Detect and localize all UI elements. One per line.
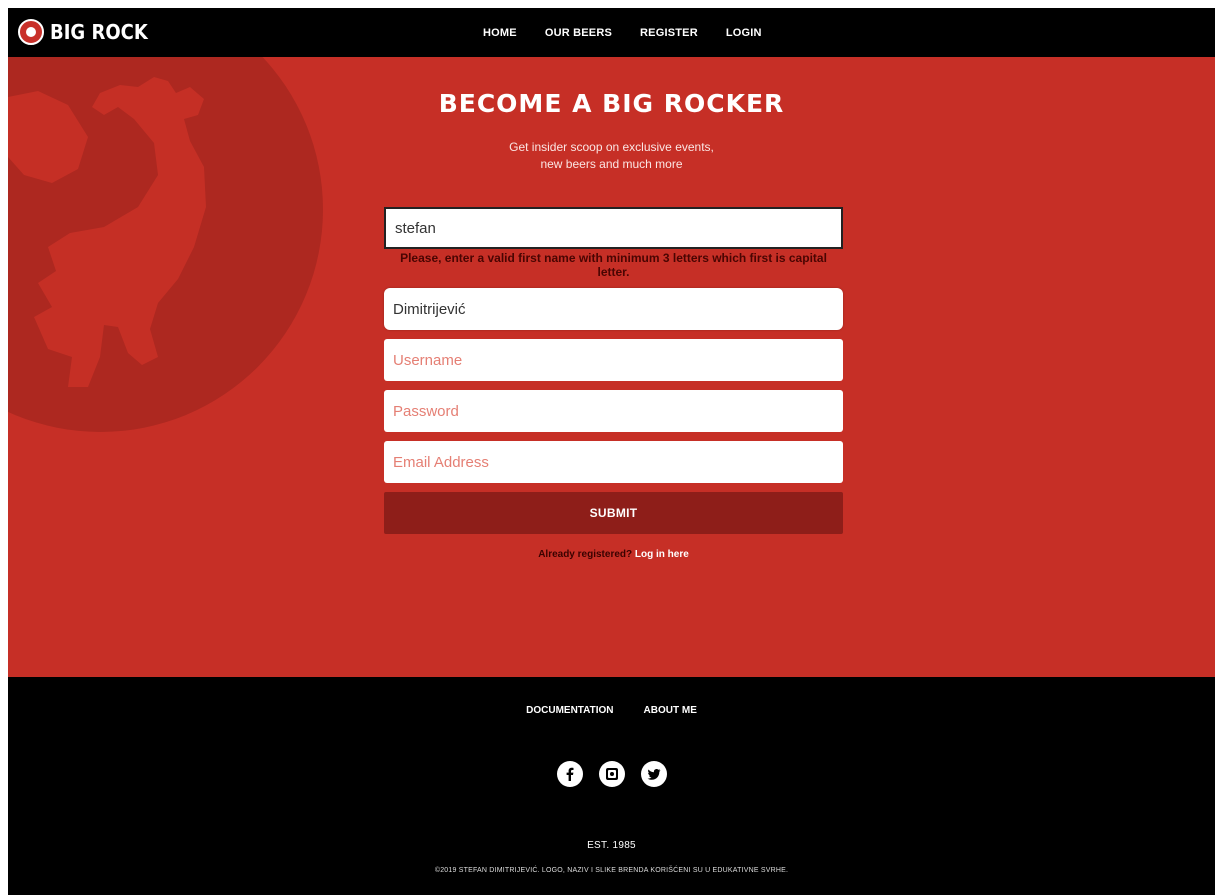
- nav-item-home[interactable]: HOME: [483, 27, 517, 39]
- brand-logo-text: BIG ROCK: [50, 19, 148, 45]
- subtitle-line-1: Get insider scoop on exclusive events,: [509, 140, 714, 154]
- last-name-input[interactable]: [384, 288, 843, 330]
- rooster-logo-icon: [18, 19, 44, 45]
- twitter-icon[interactable]: [640, 761, 667, 787]
- login-prompt: Already registered? Log in here: [384, 549, 843, 560]
- first-name-input[interactable]: [384, 207, 843, 249]
- nav-item-our-beers[interactable]: OUR BEERS: [545, 27, 612, 39]
- page-subtitle: Get insider scoop on exclusive events, n…: [8, 139, 1215, 173]
- facebook-icon[interactable]: [556, 761, 583, 787]
- submit-button[interactable]: SUBMIT: [384, 492, 843, 534]
- nav-menu: HOME OUR BEERS REGISTER LOGIN: [483, 8, 762, 57]
- established-text: EST. 1985: [587, 840, 636, 851]
- footer-link-about-me[interactable]: ABOUT ME: [644, 705, 697, 716]
- already-registered-text: Already registered?: [538, 549, 633, 560]
- login-here-link[interactable]: Log in here: [635, 549, 689, 560]
- copyright-text: ©2019 STEFAN DIMITRIJEVIĆ. LOGO, NAZIV I…: [434, 867, 789, 874]
- subtitle-line-2: new beers and much more: [540, 157, 683, 171]
- instagram-icon[interactable]: [598, 761, 625, 787]
- register-section: BECOME A BIG ROCKER Get insider scoop on…: [8, 57, 1215, 677]
- footer-link-documentation[interactable]: DOCUMENTATION: [526, 705, 613, 716]
- brand-logo[interactable]: BIG ROCK: [18, 18, 148, 46]
- top-navbar: BIG ROCK HOME OUR BEERS REGISTER LOGIN: [8, 8, 1215, 57]
- nav-item-register[interactable]: REGISTER: [640, 27, 698, 39]
- password-input[interactable]: [384, 390, 843, 432]
- first-name-error-message: Please, enter a valid first name with mi…: [400, 251, 827, 279]
- footer: DOCUMENTATION ABOUT ME EST. 1985 ©2019 S…: [8, 677, 1215, 895]
- page: BIG ROCK HOME OUR BEERS REGISTER LOGIN B…: [8, 8, 1215, 895]
- register-form: Please, enter a valid first name with mi…: [384, 207, 843, 560]
- email-input[interactable]: [384, 441, 843, 483]
- page-title: BECOME A BIG ROCKER: [438, 89, 785, 118]
- username-input[interactable]: [384, 339, 843, 381]
- social-links: [8, 761, 1215, 787]
- footer-nav: DOCUMENTATION ABOUT ME: [8, 705, 1215, 716]
- nav-item-login[interactable]: LOGIN: [726, 27, 762, 39]
